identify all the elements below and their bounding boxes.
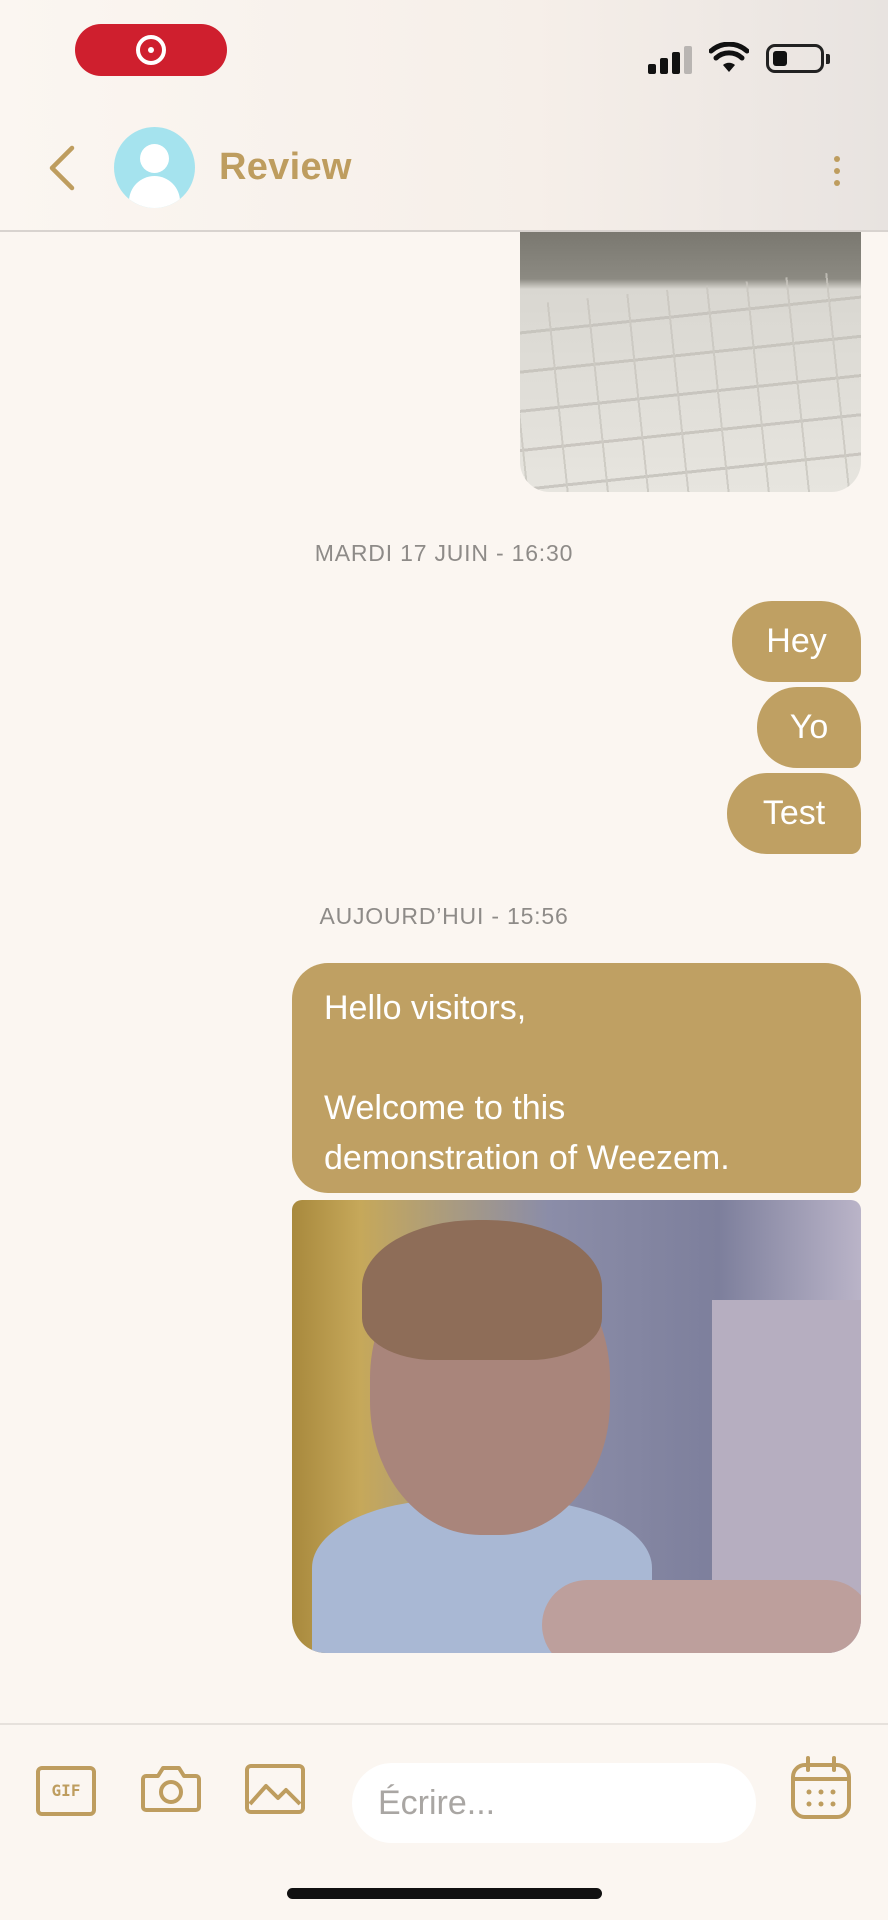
avatar[interactable] xyxy=(114,127,195,208)
wifi-icon xyxy=(709,42,749,72)
message-input[interactable] xyxy=(352,1763,756,1843)
message-bubble[interactable]: Yo xyxy=(757,687,861,768)
gif-button[interactable]: GIF xyxy=(36,1766,96,1816)
camera-icon[interactable] xyxy=(140,1760,202,1818)
more-options-icon[interactable] xyxy=(826,146,848,196)
message-bubble[interactable]: Hello visitors, Welcome to this demonstr… xyxy=(292,963,861,1193)
date-separator: MARDI 17 JUIN - 16:30 xyxy=(314,540,574,566)
date-separator: AUJOURD’HUI - 15:56 xyxy=(319,903,569,929)
record-icon xyxy=(136,35,166,65)
home-indicator[interactable] xyxy=(287,1888,602,1899)
message-bubble[interactable]: Test xyxy=(727,773,861,854)
image-message-keyboard[interactable] xyxy=(520,232,861,492)
chat-header: Review xyxy=(0,110,888,232)
gif-message[interactable] xyxy=(292,1200,861,1653)
contact-name[interactable]: Review xyxy=(219,146,352,189)
status-bar xyxy=(0,0,888,110)
back-chevron-icon[interactable] xyxy=(40,138,86,198)
gallery-image-icon[interactable] xyxy=(244,1760,306,1818)
message-bubble[interactable]: Hey xyxy=(732,601,861,682)
calendar-schedule-icon[interactable] xyxy=(790,1755,852,1821)
battery-icon xyxy=(766,44,824,73)
cellular-signal-icon xyxy=(648,44,694,74)
screen-recording-indicator[interactable] xyxy=(75,24,227,76)
